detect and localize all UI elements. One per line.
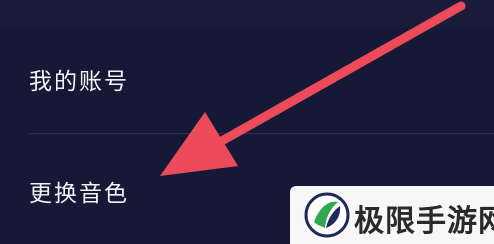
- menu-item-label: 更换音色: [29, 181, 129, 207]
- top-strip: [0, 0, 494, 28]
- watermark-text: 极限手游网: [354, 204, 494, 239]
- watermark-badge: 极限手游网: [290, 186, 494, 244]
- menu-item-label: 我的账号: [29, 69, 129, 95]
- menu-item-my-account[interactable]: 我的账号: [0, 48, 494, 108]
- site-logo-icon: [304, 192, 350, 238]
- divider: [29, 133, 494, 134]
